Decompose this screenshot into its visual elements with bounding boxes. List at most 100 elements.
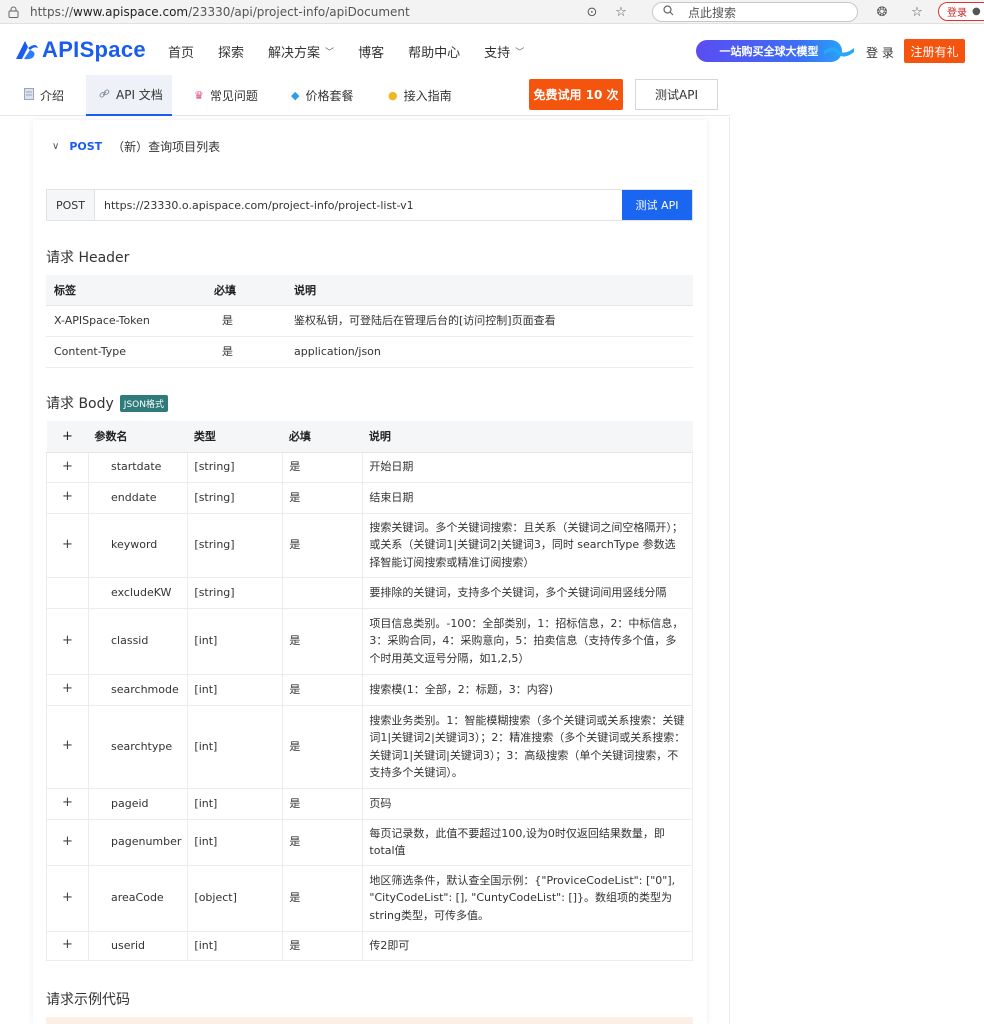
tab-guide[interactable]: ● 接入指南 [388,75,452,116]
header-required: 是 [206,305,286,337]
param-desc: 搜索关键词。多个关键词搜索：且关系（关键词之间空格隔开）；或关系（关键词1|关键… [362,513,693,578]
param-desc: 结束日期 [362,482,693,514]
test-api-button[interactable]: 测试 API [622,190,692,220]
param-desc: 搜索业务类别。1：智能模糊搜索（多个关键词或关系搜索：关键词1|关键词2|关键词… [362,705,693,789]
param-required: 是 [282,482,363,514]
param-type: [string] [187,452,283,483]
param-required: 是 [282,452,363,483]
param-desc: 地区筛选条件，默认查全国示例：{"ProviceCodeList": ["0"]… [362,865,693,932]
more-options-icon[interactable]: ⊙ [583,3,601,21]
url-method-label: POST [47,190,95,220]
table-row: X-APISpace-Token 是 鉴权私钥，可登陆后在管理后台的[访问控制]… [46,305,693,337]
expand-row-button[interactable]: + [46,452,89,483]
expand-row-button[interactable]: + [46,819,89,866]
nav-help[interactable]: 帮助中心 [408,42,460,61]
param-desc: 页码 [362,788,693,820]
nav-explore[interactable]: 探索 [218,42,244,61]
expand-row-button[interactable]: + [46,674,89,706]
nav-home[interactable]: 首页 [168,42,194,61]
param-type: [object] [187,865,283,932]
param-required: 是 [282,513,363,578]
expand-all-button[interactable]: + [46,421,89,453]
header-desc: application/json [286,336,693,368]
param-required [282,577,363,609]
table-row: + startdate [string] 是 开始日期 [46,452,693,483]
request-body-title: 请求 Body JSON格式 [46,393,168,413]
site-logo[interactable]: APISpace [14,37,146,63]
param-type: [string] [187,577,283,609]
param-type: [int] [187,931,283,961]
expand-row-button[interactable]: + [46,608,89,675]
free-trial-button[interactable]: 免费试用 10 次 [529,79,623,110]
expand-row-button[interactable]: + [46,482,89,514]
param-name: pageid [87,788,188,820]
endpoint-url[interactable]: https://23330.o.apispace.com/project-inf… [95,190,622,220]
param-type: [int] [187,819,283,866]
tab-intro[interactable]: 介绍 [24,75,64,116]
request-body-table: + 参数名 类型 必填 说明 + startdate [string] 是 开始… [46,421,693,961]
favorite-star-icon[interactable]: ☆ [612,3,630,21]
page-info-icon[interactable] [6,5,20,19]
param-type: [string] [187,482,283,514]
table-row: + enddate [string] 是 结束日期 [46,482,693,514]
promo-banner[interactable]: 一站购买全球大模型 [696,40,856,62]
tab-faq[interactable]: ♛ 常见问题 [194,75,258,116]
login-link[interactable]: 登 录 [866,44,894,61]
address-url[interactable]: https://www.apispace.com/23330/api/proje… [30,5,410,19]
column-header: 说明 [286,275,693,306]
browser-address-bar: https://www.apispace.com/23330/api/proje… [0,0,984,24]
param-required: 是 [282,788,363,820]
header-desc: 鉴权私钥，可登陆后在管理后台的[访问控制]页面查看 [286,305,693,337]
param-required: 是 [282,819,363,866]
nav-blog[interactable]: 博客 [358,42,384,61]
search-icon [663,5,674,19]
param-desc: 传2即可 [362,931,693,961]
expand-row-button[interactable]: + [46,788,89,820]
extensions-icon[interactable]: ❂ [873,3,891,21]
diamond-icon: ◆ [291,89,300,102]
test-api-top-button[interactable]: 测试API [635,79,718,110]
table-row: Content-Type 是 application/json [46,336,693,368]
param-type: [int] [187,788,283,820]
chevron-down-icon: ∨ [52,141,60,152]
expand-row-button[interactable]: + [46,931,89,961]
column-header: 参数名 [88,421,188,453]
column-header: 类型 [187,421,283,453]
apispace-logo-icon [16,41,38,60]
tab-pricing[interactable]: ◆ 价格套餐 [291,75,353,116]
nav-support[interactable]: 支持 ﹀ [484,42,524,61]
site-header: APISpace 首页 探索 解决方案 ﹀ 博客 帮助中心 支持 ﹀ 一站购买全球大… [0,25,984,75]
param-type: [int] [187,608,283,675]
main-nav: 首页 探索 解决方案 ﹀ 博客 帮助中心 支持 ﹀ [168,42,548,61]
api-tabs: 介绍 API 文档 ♛ 常见问题 ◆ 价格套餐 ● 接入指南 免费试用 10 次 测试… [0,75,730,116]
tab-api-docs[interactable]: API 文档 [86,75,172,116]
chevron-down-icon: ﹀ [515,48,525,58]
favorites-list-icon[interactable]: ☆ [908,3,926,21]
header-required: 是 [206,336,286,368]
param-name: pagenumber [87,819,188,866]
param-required: 是 [282,608,363,675]
logo-text: APISpace [42,37,146,62]
browser-profile-button[interactable]: 登录 ● [938,2,984,21]
wave-decoration-icon [824,47,854,57]
request-header-table: 标签 必填 说明 X-APISpace-Token 是 鉴权私钥，可登陆后在管理… [46,275,693,368]
column-header: 必填 [282,421,363,453]
param-desc: 每页记录数，此值不要超过100,设为0时仅返回结果数量，即total值 [362,819,693,866]
expand-row-button[interactable]: + [46,513,89,578]
chevron-down-icon: ﹀ [325,48,335,58]
register-button[interactable]: 注册有礼 [904,39,965,63]
expand-row-button[interactable]: + [46,865,89,932]
param-name: classid [87,608,188,675]
browser-search-input[interactable]: 点此搜索 [652,2,858,22]
json-format-badge: JSON格式 [119,394,168,412]
nav-solutions[interactable]: 解决方案 ﹀ [268,42,334,61]
param-required: 是 [282,931,363,961]
profile-icon: ● [972,6,981,17]
endpoint-header[interactable]: ∨ POST （新）查询项目列表 [52,138,220,155]
param-type: [string] [187,513,283,578]
table-row: + pageid [int] 是 页码 [46,788,693,820]
table-header-row: 标签 必填 说明 [46,275,693,306]
expand-row-button[interactable]: + [46,705,89,789]
table-row: + areaCode [object] 是 地区筛选条件，默认查全国示例：{"P… [46,865,693,932]
param-desc: 项目信息类别。-100：全部类别，1：招标信息，2：中标信息，3：采购合同，4：… [362,608,693,675]
